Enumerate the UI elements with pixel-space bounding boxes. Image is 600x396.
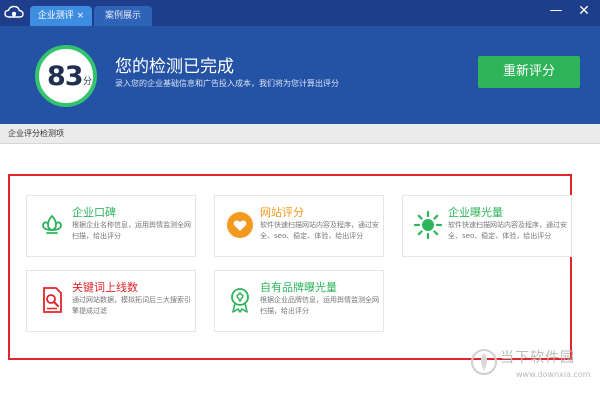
card-description: 根据企业名称信息，运用舆情监测全网扫描，给出评分 xyxy=(72,221,191,240)
card-description: 根据企业品牌信息，运用舆情监测全网扫描，给出评分 xyxy=(260,296,379,315)
score-badge: 83 分 xyxy=(35,45,97,107)
watermark-url: www.downxia.com xyxy=(516,370,591,379)
page-subtitle: 录入您的企业基础信息和广告投入成本，我们将为您计算出评分 xyxy=(115,79,339,88)
heart-icon xyxy=(227,212,253,238)
card-title: 关键词上线数 xyxy=(72,281,138,294)
title-bar: 企业测评 × 案例展示 — ✕ xyxy=(0,0,600,26)
lotus-icon xyxy=(42,214,62,234)
watermark: 当下软件园 www.downxia.com xyxy=(470,347,596,391)
card-description: 软件快速扫描网站内容及程序，通过安全、seo、稳定、体验，给出评分 xyxy=(448,221,567,240)
section-title: 企业评分检测项 xyxy=(8,129,64,138)
card-keyword-count[interactable]: 关键词上线数 通过网站数据，模拟拓词后三大搜索引擎提成过滤 xyxy=(26,270,196,332)
watermark-text: 当下软件园 xyxy=(500,350,575,366)
card-enterprise-reputation[interactable]: 企业口碑 根据企业名称信息，运用舆情监测全网扫描，给出评分 xyxy=(26,195,196,257)
card-description: 软件快速扫描网站内容及程序，通过安全、seo、稳定、体验，给出评分 xyxy=(260,221,379,240)
cloud-shield-icon xyxy=(4,5,24,18)
document-search-icon xyxy=(43,287,62,313)
close-button[interactable]: ✕ xyxy=(576,3,592,19)
card-title: 企业口碑 xyxy=(72,206,116,219)
card-brand-exposure[interactable]: 自有品牌曝光量 根据企业品牌信息，运用舆情监测全网扫描，给出评分 xyxy=(214,270,384,332)
card-description: 通过网站数据，模拟拓词后三大搜索引擎提成过滤 xyxy=(72,296,191,315)
card-title: 网站评分 xyxy=(260,206,304,219)
rescore-button[interactable]: 重新评分 xyxy=(478,56,580,88)
card-title: 自有品牌曝光量 xyxy=(260,281,337,294)
result-header: 83 分 您的检测已完成 录入您的企业基础信息和广告投入成本，我们将为您计算出评… xyxy=(0,26,600,124)
card-title: 企业曝光量 xyxy=(448,206,503,219)
sun-icon xyxy=(413,210,443,240)
minimize-button[interactable]: — xyxy=(548,3,564,19)
section-bar: 企业评分检测项 xyxy=(0,124,600,144)
tab-case-showcase[interactable]: 案例展示 xyxy=(94,6,152,26)
tab-enterprise-evaluation[interactable]: 企业测评 × xyxy=(30,6,92,26)
card-enterprise-exposure[interactable]: 企业曝光量 软件快速扫描网站内容及程序，通过安全、seo、稳定、体验，给出评分 xyxy=(402,195,572,257)
score-unit: 分 xyxy=(83,77,93,87)
page-title: 您的检测已完成 xyxy=(115,57,234,77)
medal-icon xyxy=(231,288,249,313)
score-value: 83 xyxy=(47,61,84,92)
downxia-logo-icon xyxy=(471,349,497,375)
card-website-score[interactable]: 网站评分 软件快速扫描网站内容及程序，通过安全、seo、稳定、体验，给出评分 xyxy=(214,195,384,257)
